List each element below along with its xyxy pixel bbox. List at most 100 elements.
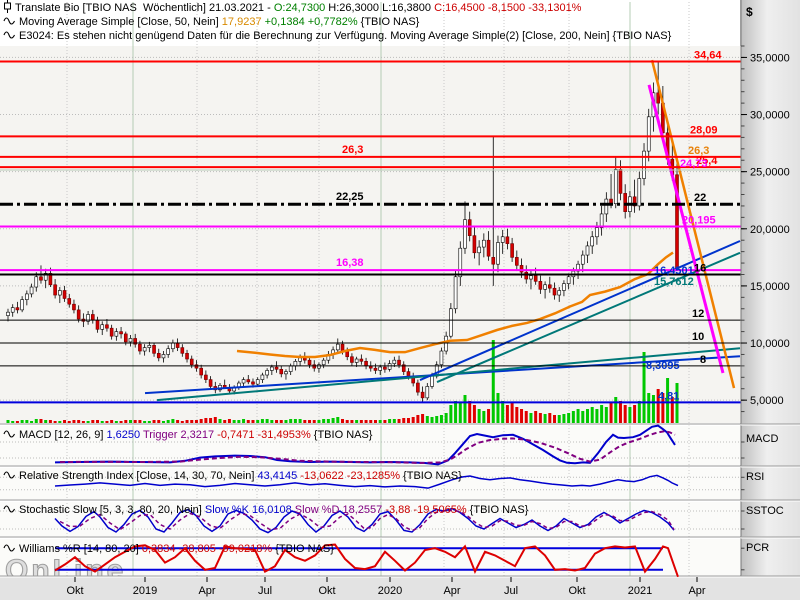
volume-bar <box>426 416 429 423</box>
candle-body <box>200 368 203 375</box>
currency-label: $ <box>746 5 753 19</box>
volume-bar <box>558 415 561 423</box>
volume-bar <box>186 420 189 423</box>
volume-bar <box>87 421 90 423</box>
level-label: 16,38 <box>336 257 364 269</box>
volume-bar <box>275 420 278 423</box>
volume-bar <box>407 418 410 423</box>
volume-bar <box>68 421 71 423</box>
candle-body <box>567 277 570 284</box>
level-label: 26,3 <box>342 144 363 156</box>
candle-body <box>445 336 448 351</box>
volume-bar <box>317 420 320 423</box>
candle-body <box>35 277 38 287</box>
volume-bar <box>280 420 283 423</box>
candle-body <box>63 290 66 298</box>
candle-body <box>204 375 207 380</box>
volume-bar <box>534 411 537 423</box>
time-tick-label: 2021 <box>628 585 652 597</box>
volume-bar <box>374 420 377 423</box>
rsi-params: Relative Strength Index [Close, 14, 30, … <box>19 469 257 483</box>
candle-body <box>562 284 565 291</box>
volume-bar <box>39 419 42 423</box>
volume-bar <box>30 421 33 423</box>
candle-body <box>16 308 19 310</box>
volume-bar <box>332 418 335 423</box>
volume-bar <box>101 421 104 423</box>
level-label: 4,81 <box>658 390 679 402</box>
candle-body <box>11 308 14 313</box>
volume-bar <box>200 419 203 423</box>
volume-bar <box>468 401 471 423</box>
volume-bar <box>440 415 443 423</box>
candle-body <box>548 285 551 288</box>
open-value: O:24,7300 <box>274 1 328 15</box>
ma50-value: 17,9237 <box>222 15 265 29</box>
volume-bar <box>360 420 363 423</box>
sstoc-change: -3,88 -19,5065% <box>382 503 466 517</box>
volume-bar <box>459 403 462 423</box>
sstoc-panel-header[interactable]: Stochastic Slow [5, 3, 3, 80, 20, Nein] … <box>3 503 528 517</box>
volume-bar <box>492 340 495 423</box>
ma200-header[interactable]: E3024: Es stehen nicht genügend Daten fü… <box>3 29 671 43</box>
candle-body <box>511 244 514 258</box>
volume-bar <box>350 420 353 423</box>
level-label: 22 <box>694 192 706 204</box>
candle-body <box>275 367 278 369</box>
candle-body <box>440 351 443 365</box>
pcr-panel-header[interactable]: Williams %R [14, 80, 20] 0,3834 -38,805 … <box>3 542 334 556</box>
volume-bar <box>595 409 598 423</box>
candle-body <box>501 237 504 243</box>
time-tick-label: 2019 <box>133 585 157 597</box>
volume-bar <box>228 419 231 423</box>
candle-body <box>54 285 57 295</box>
ma50-header[interactable]: Moving Average Simple [Close, 50, Nein] … <box>3 15 419 29</box>
volume-bar <box>487 409 490 423</box>
volume-bar <box>539 413 542 423</box>
volume-bar <box>398 419 401 423</box>
time-tick-label: Apr <box>443 585 460 597</box>
time-tick-label: Okt <box>568 585 585 597</box>
rsi-symbol: {TBIO NAS} <box>400 469 462 483</box>
volume-bar <box>195 420 198 423</box>
wave-icon <box>3 29 16 43</box>
volume-bar <box>105 421 108 423</box>
rsi-panel-header[interactable]: Relative Strength Index [Close, 14, 30, … <box>3 469 462 483</box>
candle-body <box>186 353 189 359</box>
volume-bar <box>63 420 66 423</box>
volume-bar <box>129 420 132 423</box>
candle-body <box>379 367 382 370</box>
candle-body <box>157 353 160 358</box>
level-label: 28,09 <box>690 124 718 136</box>
volume-bar <box>529 413 532 423</box>
time-tick-label: Jul <box>504 585 518 597</box>
candle-body <box>393 360 396 363</box>
volume-bar <box>454 401 457 423</box>
sstoc-k-value: Slow %K 16,0108 <box>205 503 292 517</box>
volume-bar <box>431 417 434 423</box>
level-label: 10 <box>692 331 704 343</box>
volume-bar <box>553 415 556 423</box>
volume-bar <box>153 420 156 423</box>
macd-panel-header[interactable]: MACD [12, 26, 9] 1,6250 Trigger 2,3217 -… <box>3 428 372 442</box>
candle-body <box>317 365 320 368</box>
volume-bar <box>435 416 438 423</box>
candle-body <box>657 93 660 103</box>
volume-bar <box>266 419 269 423</box>
candle-body <box>473 236 476 253</box>
candle-body <box>68 298 71 304</box>
candle-body <box>336 344 339 350</box>
volume-bar <box>58 421 61 423</box>
volume-bar <box>49 420 52 423</box>
volume-bar <box>21 420 24 423</box>
instrument-header[interactable]: Translate Bio [TBIO NAS Wöchentlich] 21.… <box>3 1 581 15</box>
line-value-label: 15,7612 <box>654 276 694 288</box>
volume-bar <box>190 420 193 423</box>
volume-bar <box>308 420 311 423</box>
candle-body <box>388 364 391 370</box>
line-value-label: 8,3095 <box>646 360 680 372</box>
volume-bar <box>176 420 179 423</box>
pcr-symbol: {TBIO NAS} <box>272 542 334 556</box>
candle-body <box>520 265 523 272</box>
volume-bar <box>355 420 358 423</box>
